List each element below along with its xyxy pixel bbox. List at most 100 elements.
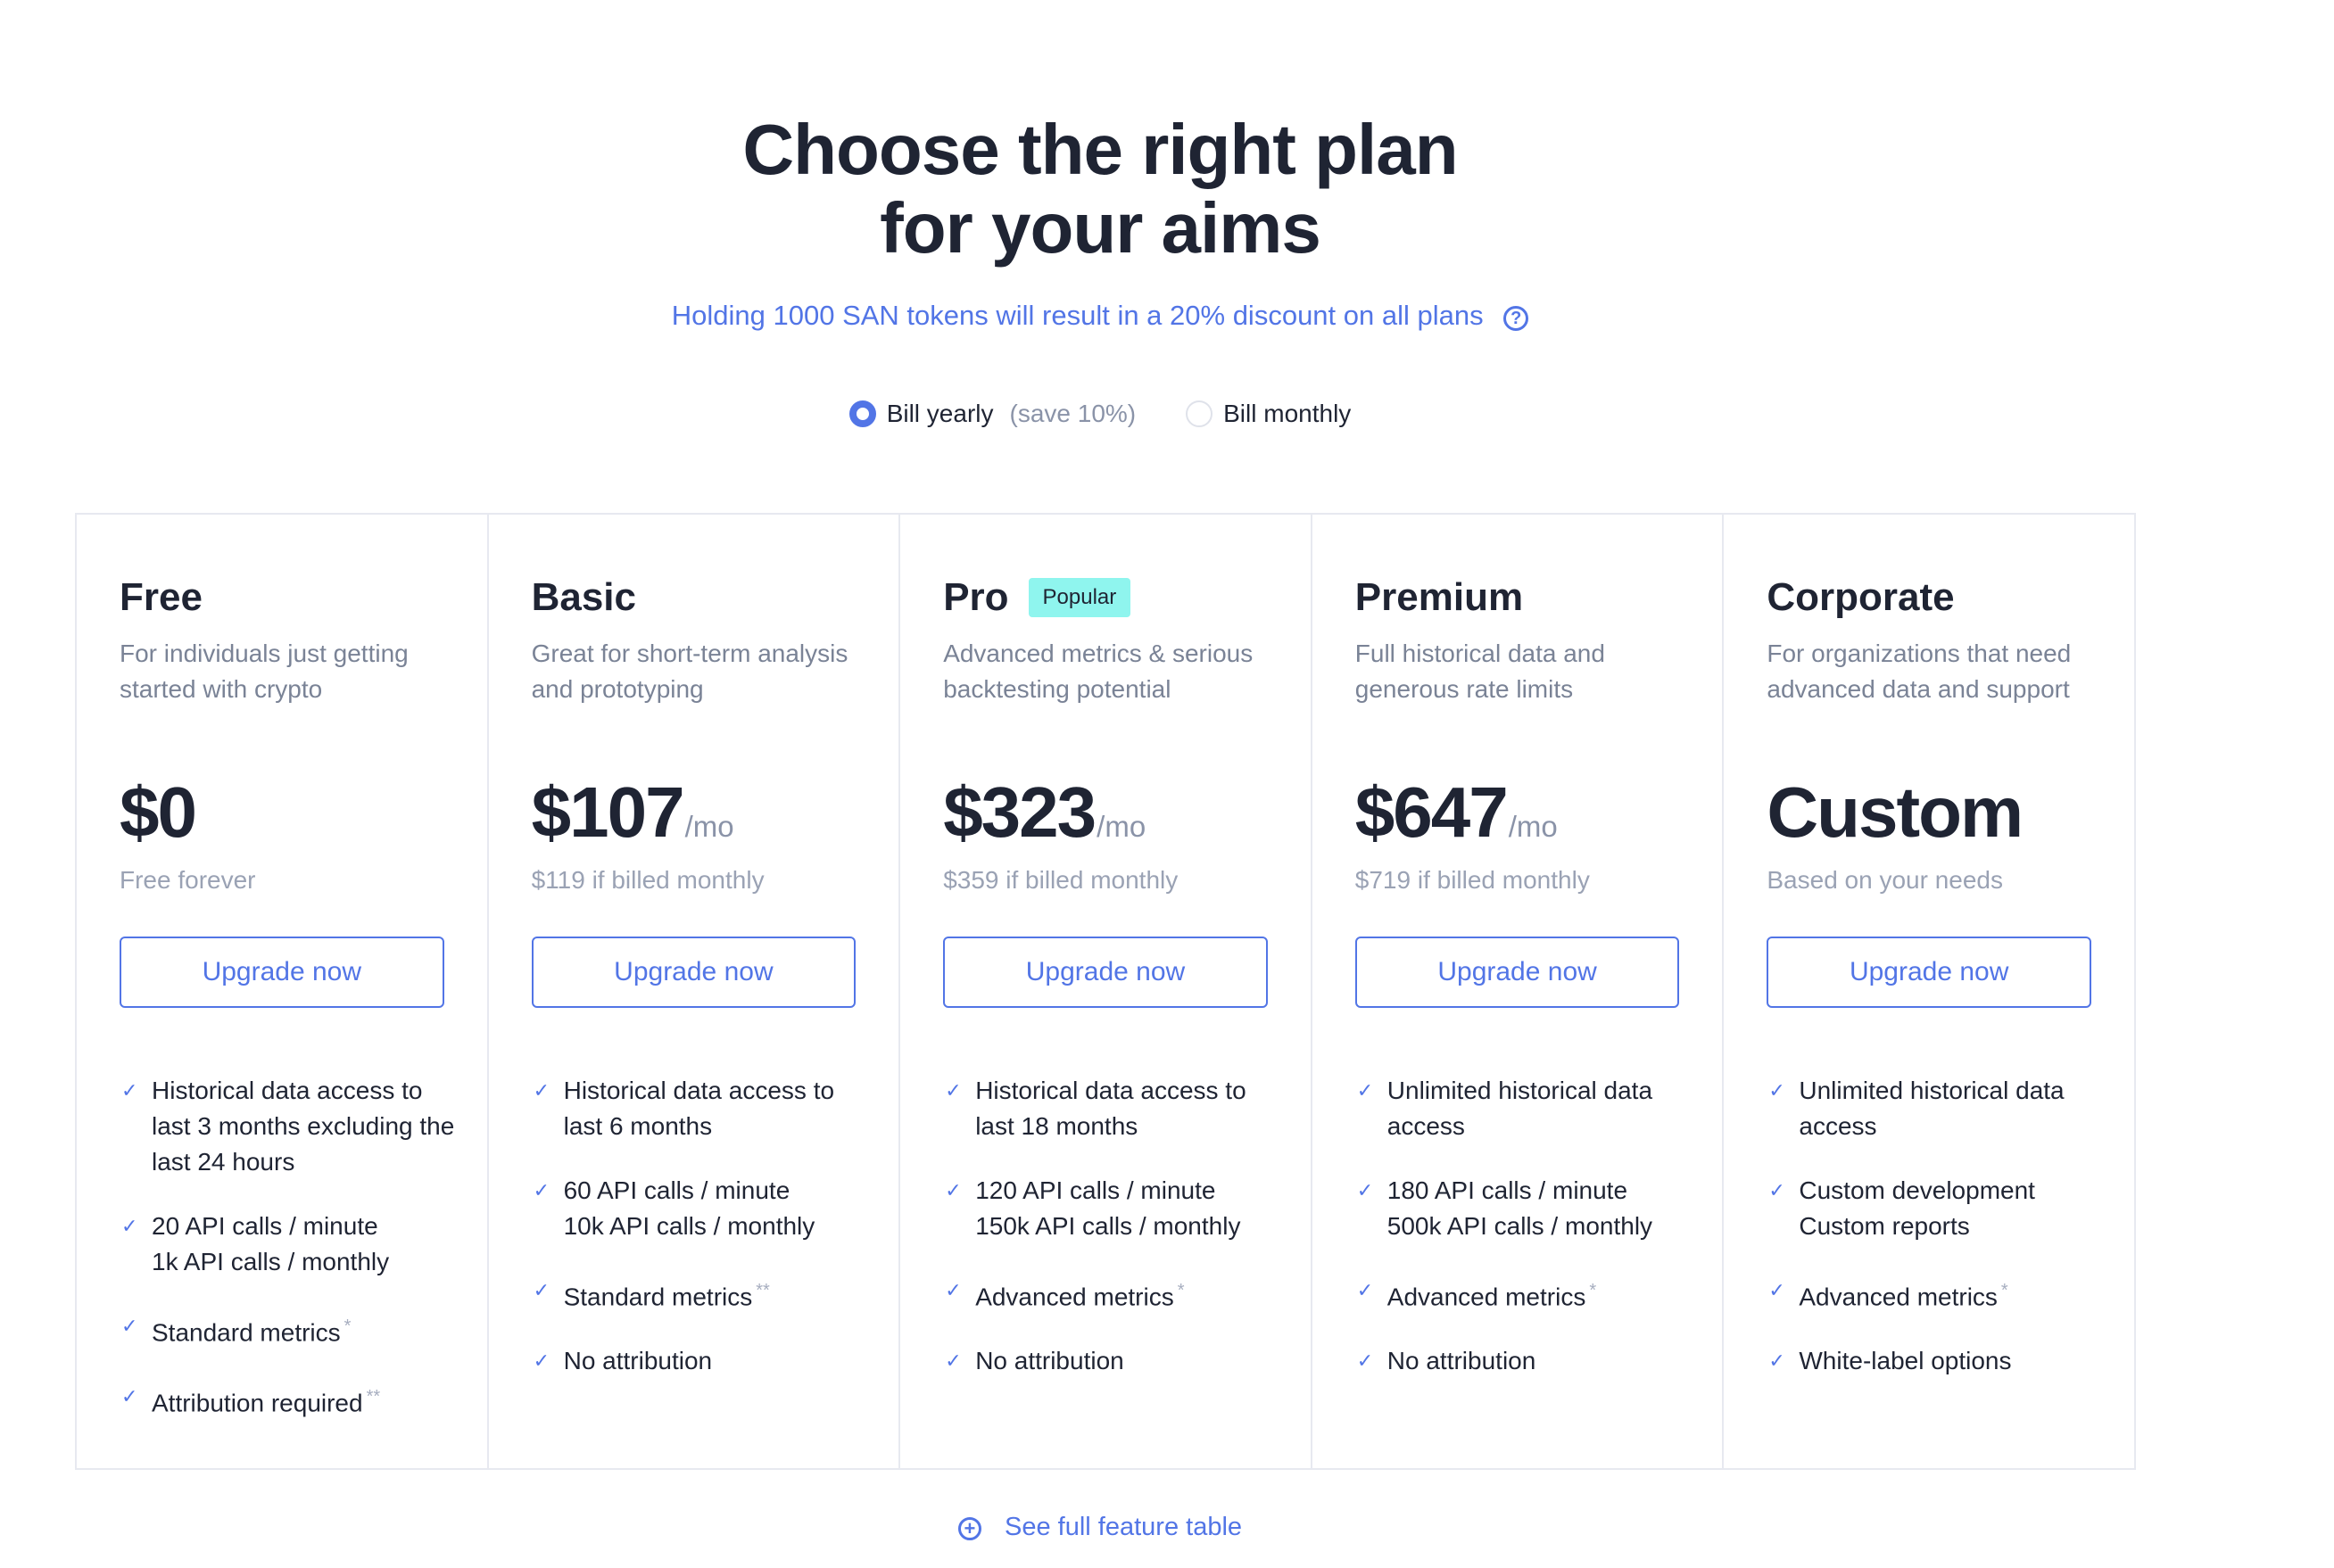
plan-name: Free: [120, 575, 203, 620]
price-amount: $107: [531, 772, 685, 852]
feature-item: ✓ Advanced metrics *: [943, 1273, 1284, 1315]
feature-text: 120 API calls / minute: [975, 1173, 1284, 1209]
discount-text: Holding 1000 SAN tokens will result in a…: [671, 300, 1484, 331]
feature-item: ✓ Unlimited historical data access: [1767, 1073, 2107, 1144]
page-title: Choose the right plan for your aims: [0, 110, 2200, 268]
feature-item: ✓ Standard metrics *: [120, 1308, 460, 1350]
feature-text-content: No attribution: [975, 1347, 1124, 1375]
feature-text-content: Standard metrics: [563, 1283, 753, 1311]
price-unit: /mo: [1097, 810, 1146, 843]
feature-text: Advanced metrics *: [1387, 1273, 1696, 1315]
feature-text: Unlimited historical data access: [1387, 1073, 1696, 1144]
feature-text: Unlimited historical data access: [1799, 1073, 2107, 1144]
plan-card-premium: Premium Full historical data and generous…: [1312, 515, 1725, 1468]
bill-yearly-radio[interactable]: [848, 400, 876, 427]
upgrade-now-button[interactable]: Upgrade now: [120, 937, 444, 1008]
feature-text: Custom development: [1799, 1173, 2107, 1209]
upgrade-now-button[interactable]: Upgrade now: [1767, 937, 2091, 1008]
check-icon: ✓: [121, 1215, 138, 1237]
feature-text: Historical data access to last 3 months …: [152, 1073, 460, 1180]
upgrade-now-button[interactable]: Upgrade now: [943, 937, 1268, 1008]
check-icon: ✓: [945, 1279, 962, 1301]
plan-name: Basic: [532, 575, 636, 620]
feature-text: Historical data access to last 6 months: [564, 1073, 873, 1144]
feature-text-content: Advanced metrics: [975, 1283, 1174, 1311]
check-icon: ✓: [533, 1279, 550, 1301]
feature-item: ✓ 180 API calls / minute 500k API calls / …: [1355, 1173, 1696, 1244]
footnote-mark: **: [756, 1281, 770, 1300]
feature-text: Advanced metrics *: [975, 1273, 1284, 1315]
feature-text: No attribution: [1387, 1343, 1696, 1379]
feature-text-content: Custom reports: [1799, 1212, 1970, 1240]
feature-item: ✓ Historical data access to last 3 months…: [120, 1073, 460, 1180]
feature-item: ✓ No attribution: [943, 1343, 1284, 1379]
check-icon: ✓: [1356, 1279, 1374, 1301]
bill-monthly-radio[interactable]: [1186, 400, 1213, 427]
feature-item: ✓ No attribution: [532, 1343, 873, 1379]
feature-text-content: Historical data access to last 6 months: [563, 1077, 835, 1140]
feature-text-content: Standard metrics: [152, 1318, 341, 1347]
check-icon: ✓: [1356, 1179, 1374, 1201]
check-icon: ✓: [1768, 1079, 1785, 1102]
price-amount: $647: [1354, 772, 1509, 852]
plan-description: For organizations that need advanced dat…: [1767, 640, 2072, 703]
feature-item: ✓ Unlimited historical data access: [1355, 1073, 1696, 1144]
price-amount: $323: [943, 772, 1097, 852]
feature-text-content: 120 API calls / minute: [975, 1176, 1216, 1204]
price-note: $719 if billed monthly: [1354, 866, 1590, 894]
feature-text: No attribution: [975, 1343, 1284, 1379]
upgrade-now-button[interactable]: Upgrade now: [531, 937, 857, 1008]
billing-period-toggle: Bill yearly (save 10%) Bill monthly: [0, 400, 2200, 428]
feature-text-content: Historical data access to last 3 months …: [152, 1077, 455, 1176]
check-icon: ✓: [1768, 1279, 1785, 1301]
plan-name: Pro Popular: [943, 575, 1131, 620]
check-icon: ✓: [121, 1385, 138, 1408]
see-full-feature-table-link[interactable]: + See full feature table: [0, 1513, 2200, 1542]
upgrade-now-button[interactable]: Upgrade now: [1354, 937, 1680, 1008]
feature-text: 20 API calls / minute: [152, 1209, 460, 1244]
feature-text: 150k API calls / monthly: [975, 1209, 1284, 1244]
check-icon: ✓: [533, 1179, 550, 1201]
price-note: $119 if billed monthly: [531, 866, 765, 894]
feature-text: Custom reports: [1799, 1209, 2107, 1244]
feature-text-content: 1k API calls / monthly: [152, 1248, 390, 1275]
feature-text-content: Advanced metrics: [1799, 1283, 1998, 1311]
feature-item: ✓ Standard metrics **: [532, 1273, 873, 1315]
pricing-page: Choose the right plan for your aims Hold…: [0, 0, 2334, 1568]
feature-text: Advanced metrics *: [1799, 1273, 2107, 1315]
feature-text: No attribution: [564, 1343, 873, 1379]
feature-item: ✓ White-label options: [1767, 1343, 2107, 1379]
bill-yearly-option[interactable]: Bill yearly (save 10%): [848, 400, 1136, 428]
feature-item: ✓ No attribution: [1355, 1343, 1696, 1379]
feature-item: ✓ Advanced metrics *: [1767, 1273, 2107, 1315]
plan-price: $107/mo: [532, 772, 734, 854]
check-icon: ✓: [121, 1079, 138, 1102]
plan-name-text: Corporate: [1767, 575, 1955, 619]
feature-text: 1k API calls / monthly: [152, 1244, 460, 1280]
feature-text-content: No attribution: [1386, 1347, 1536, 1375]
plan-name: Corporate: [1767, 575, 1954, 620]
check-icon: ✓: [945, 1179, 962, 1201]
footnote-mark: *: [1177, 1281, 1185, 1300]
plan-card-basic: Basic Great for short-term analysis and p…: [489, 515, 901, 1468]
plan-name-text: Basic: [531, 575, 637, 619]
plan-description: Advanced metrics & serious backtesting p…: [943, 640, 1254, 703]
price-note: Free forever: [120, 866, 256, 894]
check-icon: ✓: [1356, 1079, 1374, 1102]
feature-text-content: Custom development: [1799, 1176, 2035, 1204]
plan-features: ✓ Historical data access to last 18 month…: [943, 1073, 1284, 1407]
plan-price: Custom: [1767, 772, 2024, 854]
plan-card-free: Free For individuals just getting started…: [77, 515, 489, 1468]
check-icon: ✓: [945, 1349, 962, 1373]
question-circle-icon[interactable]: ?: [1503, 306, 1529, 331]
popular-badge: Popular: [1028, 578, 1131, 617]
footnote-mark: *: [343, 1316, 352, 1336]
plan-price: $0: [120, 772, 197, 854]
feature-text-content: 60 API calls / minute: [563, 1176, 790, 1204]
plan-card-corporate: Corporate For organizations that need adv…: [1724, 515, 2134, 1468]
bill-monthly-option[interactable]: Bill monthly: [1186, 400, 1351, 428]
feature-item: ✓ 120 API calls / minute 150k API calls / …: [943, 1173, 1284, 1244]
plans-grid: Free For individuals just getting started…: [75, 513, 2136, 1470]
feature-text: 180 API calls / minute: [1387, 1173, 1696, 1209]
plan-price: $647/mo: [1355, 772, 1558, 854]
